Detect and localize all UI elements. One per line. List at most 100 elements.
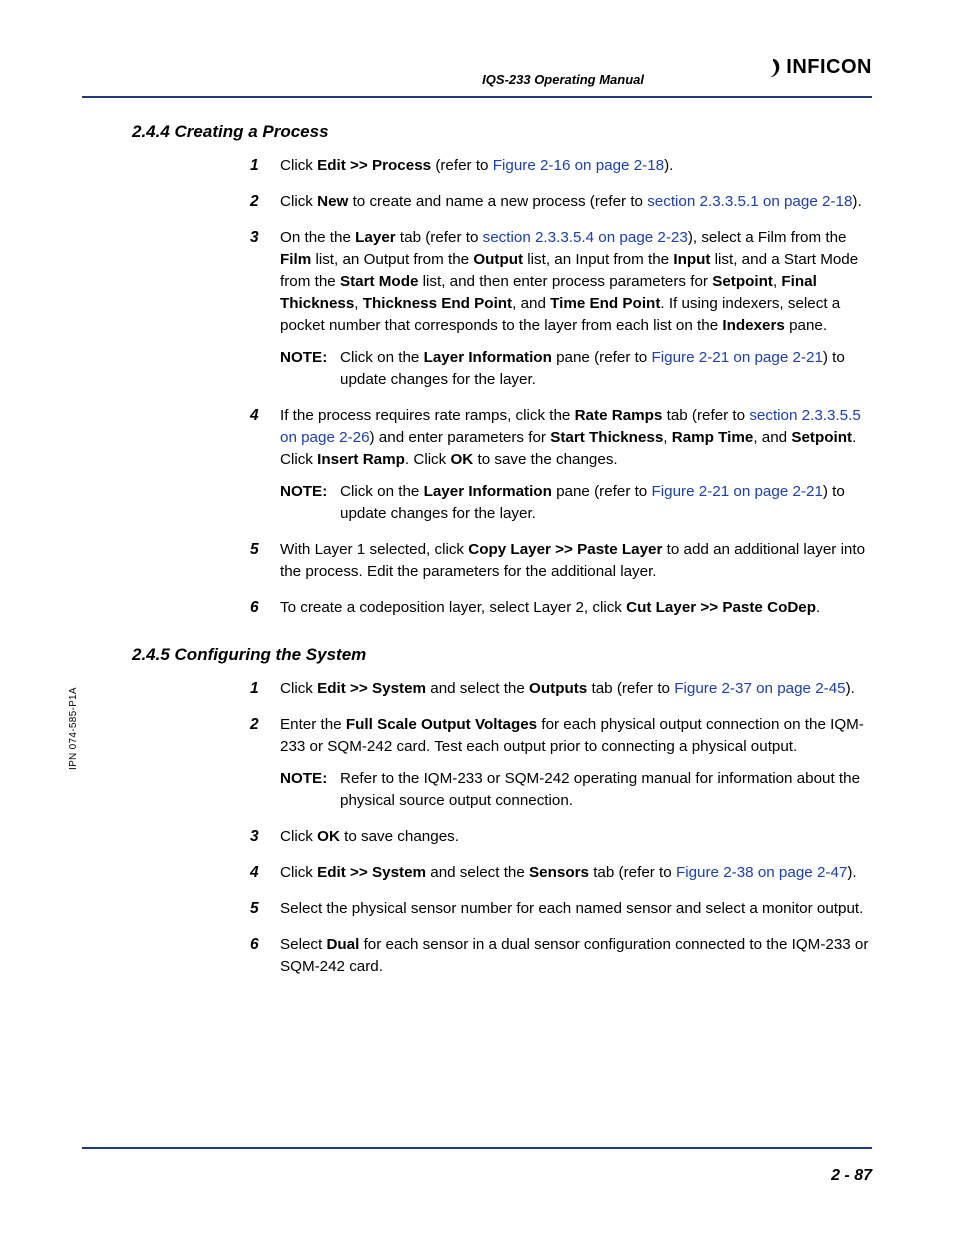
- bold-text: Input: [673, 251, 710, 268]
- step-body: To create a codeposition layer, select L…: [280, 597, 872, 619]
- text-run: ).: [852, 193, 861, 210]
- step-item: 6Select Dual for each sensor in a dual s…: [250, 934, 872, 978]
- brand-logo: INFICON: [764, 56, 872, 79]
- text-run: , and: [753, 429, 791, 446]
- text-run: On the the: [280, 229, 355, 246]
- text-run: and select the: [426, 864, 529, 881]
- step-body: Select Dual for each sensor in a dual se…: [280, 934, 872, 978]
- text-run: list, an Input from the: [523, 251, 673, 268]
- brand-name: INFICON: [786, 56, 872, 79]
- content-area: 2.4.4 Creating a Process1Click Edit >> P…: [132, 120, 872, 992]
- note: NOTE:Click on the Layer Information pane…: [280, 481, 872, 525]
- text-run: Click: [280, 680, 317, 697]
- bold-text: New: [317, 193, 348, 210]
- bold-text: Edit >> System: [317, 864, 426, 881]
- text-run: (refer to: [431, 157, 493, 174]
- page-header: IQS-233 Operating Manual INFICON: [0, 60, 954, 96]
- bold-text: Setpoint: [791, 429, 852, 446]
- step-item: 4If the process requires rate ramps, cli…: [250, 405, 872, 525]
- text-run: . Click: [405, 451, 451, 468]
- text-run: Click on the: [340, 349, 424, 366]
- text-run: ), select a Film from the: [688, 229, 847, 246]
- text-run: tab (refer to: [587, 680, 674, 697]
- text-run: Enter the: [280, 716, 346, 733]
- text-run: Click: [280, 193, 317, 210]
- footer-rule: [82, 1147, 872, 1149]
- step-body: Click New to create and name a new proce…: [280, 191, 872, 213]
- bold-text: Layer: [355, 229, 396, 246]
- text-run: Click on the: [340, 483, 424, 500]
- bold-text: Layer Information: [424, 349, 552, 366]
- step-body: Select the physical sensor number for ea…: [280, 898, 872, 920]
- step-item: 1 Click Edit >> System and select the Out…: [250, 678, 872, 700]
- text-run: ) and enter parameters for: [370, 429, 551, 446]
- step-number: 2: [250, 714, 259, 736]
- step-item: 2Click New to create and name a new proc…: [250, 191, 872, 213]
- text-run: If the process requires rate ramps, clic…: [280, 407, 575, 424]
- step-body: With Layer 1 selected, click Copy Layer …: [280, 539, 872, 583]
- step-number: 5: [250, 539, 259, 561]
- bold-text: Start Mode: [340, 273, 418, 290]
- cross-ref-link[interactable]: section 2.3.3.5.1 on page 2-18: [647, 193, 852, 210]
- step-item: 3Click OK to save changes.: [250, 826, 872, 848]
- text-run: , and: [512, 295, 550, 312]
- step-number: 4: [250, 862, 259, 884]
- text-run: to save the changes.: [473, 451, 617, 468]
- note-label: NOTE:: [280, 481, 340, 525]
- step-item: 6To create a codeposition layer, select …: [250, 597, 872, 619]
- step-item: 4 Click Edit >> System and select the Sen…: [250, 862, 872, 884]
- text-run: ).: [847, 864, 856, 881]
- note: NOTE:Refer to the IQM-233 or SQM-242 ope…: [280, 768, 872, 812]
- cross-ref-link[interactable]: Figure 2-38 on page 2-47: [676, 864, 847, 881]
- bold-text: Dual: [326, 936, 359, 953]
- step-body: Click Edit >> System and select the Outp…: [280, 678, 872, 700]
- text-run: for each sensor in a dual sensor configu…: [280, 936, 868, 975]
- logo-swirl-icon: [764, 57, 782, 79]
- text-run: tab (refer to: [396, 229, 483, 246]
- text-run: Click: [280, 157, 317, 174]
- cross-ref-link[interactable]: Figure 2-37 on page 2-45: [674, 680, 845, 697]
- bold-text: Insert Ramp: [317, 451, 405, 468]
- text-run: and select the: [426, 680, 529, 697]
- bold-text: Start Thickness: [550, 429, 663, 446]
- bold-text: Ramp Time: [672, 429, 754, 446]
- text-run: pane (refer to: [552, 483, 652, 500]
- page: IQS-233 Operating Manual INFICON 2.4.4 C…: [0, 0, 954, 1235]
- text-run: tab (refer to: [662, 407, 749, 424]
- cross-ref-link[interactable]: Figure 2-21 on page 2-21: [651, 349, 822, 366]
- bold-text: Cut Layer >> Paste CoDep: [626, 599, 816, 616]
- text-run: With Layer 1 selected, click: [280, 541, 468, 558]
- text-run: ).: [664, 157, 673, 174]
- bold-text: Full Scale Output Voltages: [346, 716, 537, 733]
- bold-text: Output: [473, 251, 523, 268]
- bold-text: Sensors: [529, 864, 589, 881]
- bold-text: Copy Layer >> Paste Layer: [468, 541, 662, 558]
- page-number: 2 - 87: [831, 1167, 872, 1185]
- text-run: Select: [280, 936, 326, 953]
- bold-text: Outputs: [529, 680, 587, 697]
- step-item: 3On the the Layer tab (refer to section …: [250, 227, 872, 391]
- section-heading: 2.4.4 Creating a Process: [132, 120, 872, 145]
- text-run: ,: [663, 429, 671, 446]
- bold-text: Edit >> System: [317, 680, 426, 697]
- note-body: Click on the Layer Information pane (ref…: [340, 481, 872, 525]
- text-run: to create and name a new process (refer …: [348, 193, 647, 210]
- bold-text: Rate Ramps: [575, 407, 663, 424]
- manual-title: IQS-233 Operating Manual: [482, 72, 644, 87]
- cross-ref-link[interactable]: Figure 2-21 on page 2-21: [651, 483, 822, 500]
- text-run: ).: [846, 680, 855, 697]
- bold-text: Film: [280, 251, 311, 268]
- step-body: Click Edit >> System and select the Sens…: [280, 862, 872, 884]
- text-run: pane (refer to: [552, 349, 652, 366]
- bold-text: Thickness End Point: [363, 295, 512, 312]
- text-run: ,: [354, 295, 362, 312]
- bold-text: Setpoint: [712, 273, 773, 290]
- step-number: 1: [250, 678, 259, 700]
- cross-ref-link[interactable]: Figure 2-16 on page 2-18: [493, 157, 664, 174]
- step-item: 1Click Edit >> Process (refer to Figure …: [250, 155, 872, 177]
- text-run: list, and then enter process parameters …: [418, 273, 712, 290]
- cross-ref-link[interactable]: section 2.3.3.5.4 on page 2-23: [483, 229, 688, 246]
- step-body: Click OK to save changes.: [280, 826, 872, 848]
- step-list: 1 Click Edit >> System and select the Out…: [250, 678, 872, 978]
- step-body: Click Edit >> Process (refer to Figure 2…: [280, 155, 872, 177]
